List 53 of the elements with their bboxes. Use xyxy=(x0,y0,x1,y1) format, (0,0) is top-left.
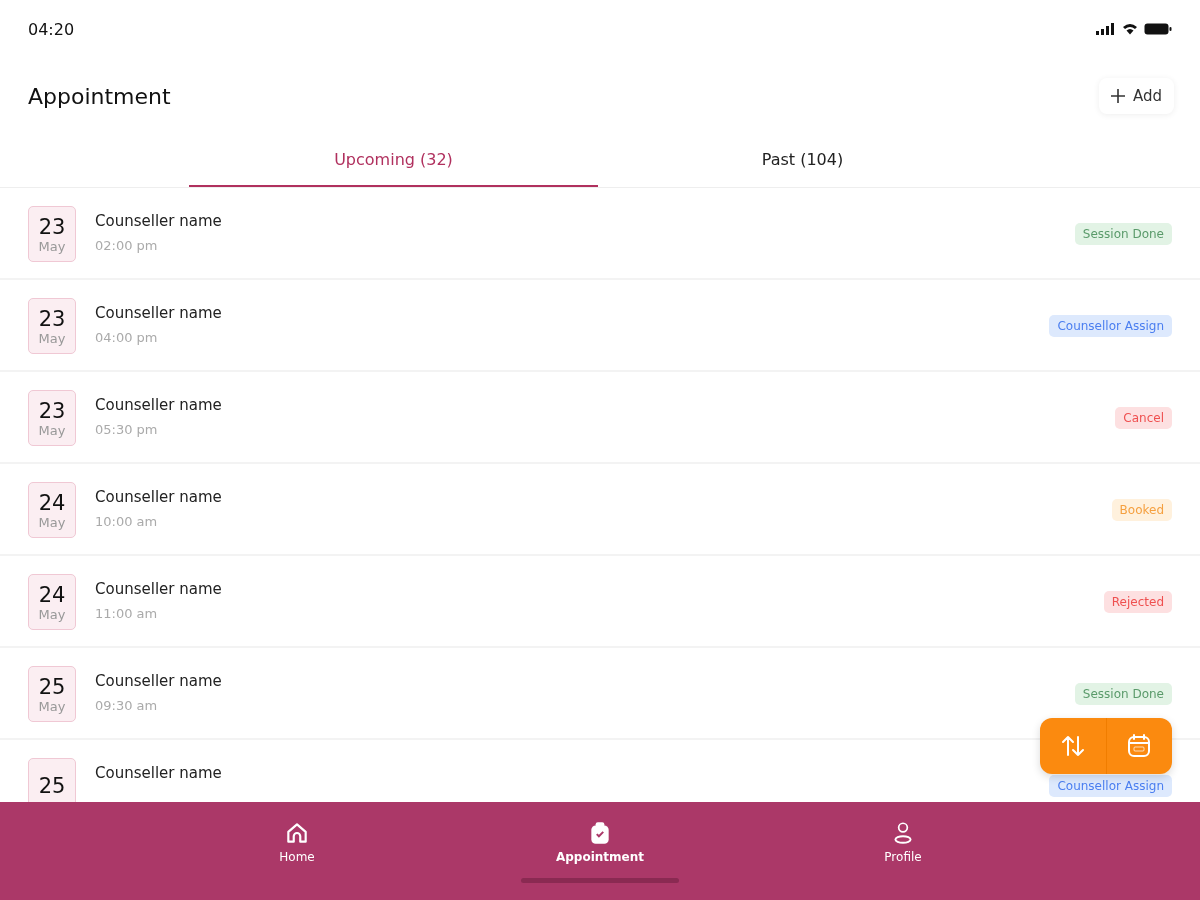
counsellor-name: Counseller name xyxy=(95,304,223,322)
status-badge: Session Done xyxy=(1074,223,1172,245)
appointment-row[interactable]: 24 May Counseller name 11:00 am Rejected xyxy=(0,556,1200,648)
date-month: May xyxy=(38,698,66,714)
wifi-icon xyxy=(1122,23,1138,35)
status-badge: Booked xyxy=(1111,499,1172,521)
home-icon xyxy=(284,820,310,846)
date-month: May xyxy=(38,238,66,254)
counsellor-name: Counseller name xyxy=(95,488,223,506)
date-day: 25 xyxy=(38,774,66,798)
date-day: 25 xyxy=(38,674,66,699)
date-month: May xyxy=(38,422,66,438)
counsellor-name: Counseller name xyxy=(95,672,223,690)
date-day: 24 xyxy=(38,582,66,607)
status-badge: Session Done xyxy=(1074,683,1172,705)
sort-icon xyxy=(1059,733,1086,759)
appointment-time: 11:00 am xyxy=(95,606,159,621)
date-month: May xyxy=(38,606,66,622)
date-day: 23 xyxy=(38,306,66,331)
status-badge: Counsellor Assign xyxy=(1049,775,1172,797)
battery-icon xyxy=(1144,23,1172,35)
status-badge: Counsellor Assign xyxy=(1049,315,1172,337)
appointment-time: 04:00 pm xyxy=(95,330,159,345)
appointment-time: 02:00 pm xyxy=(95,238,159,253)
appointment-row[interactable]: 23 May Counseller name 04:00 pm Counsellor Assign xyxy=(0,280,1200,372)
appointment-row[interactable]: 23 May Counseller name 05:30 pm Cancel xyxy=(0,372,1200,464)
counsellor-name: Counseller name xyxy=(95,212,223,230)
counsellor-name: Counseller name xyxy=(95,580,223,598)
counsellor-name: Counseller name xyxy=(95,764,223,782)
appointment-row[interactable]: 23 May Counseller name 02:00 pm Session Done xyxy=(0,188,1200,280)
plus-icon xyxy=(1110,89,1125,103)
signal-icon xyxy=(1096,23,1116,35)
counsellor-name: Counseller name xyxy=(95,396,223,414)
date-month: May xyxy=(38,330,66,346)
status-badge: Rejected xyxy=(1103,591,1172,613)
calendar-icon xyxy=(1126,733,1153,759)
tab[interactable]: Past (104) xyxy=(598,134,1007,187)
appointment-time: 10:00 am xyxy=(95,514,159,529)
tab[interactable]: Upcoming (32) xyxy=(189,134,598,187)
date-day: 23 xyxy=(38,398,66,423)
appointment-time: 09:30 am xyxy=(95,698,159,713)
date-day: 23 xyxy=(38,214,66,239)
appointment-time: 05:30 pm xyxy=(95,422,159,437)
page-title: Appointment xyxy=(28,83,171,109)
appointment-row[interactable]: 24 May Counseller name 10:00 am Booked xyxy=(0,464,1200,556)
nav-tab[interactable]: Appointment xyxy=(448,820,752,864)
date-month: May xyxy=(38,514,66,530)
nav-tab[interactable]: Home xyxy=(145,820,449,864)
date-day: 24 xyxy=(38,490,66,515)
nav-tab[interactable]: Profile xyxy=(751,820,1055,864)
status-badge: Cancel xyxy=(1115,407,1172,429)
status-time: 04:20 xyxy=(28,19,75,39)
add-button[interactable]: Add xyxy=(1098,78,1174,114)
